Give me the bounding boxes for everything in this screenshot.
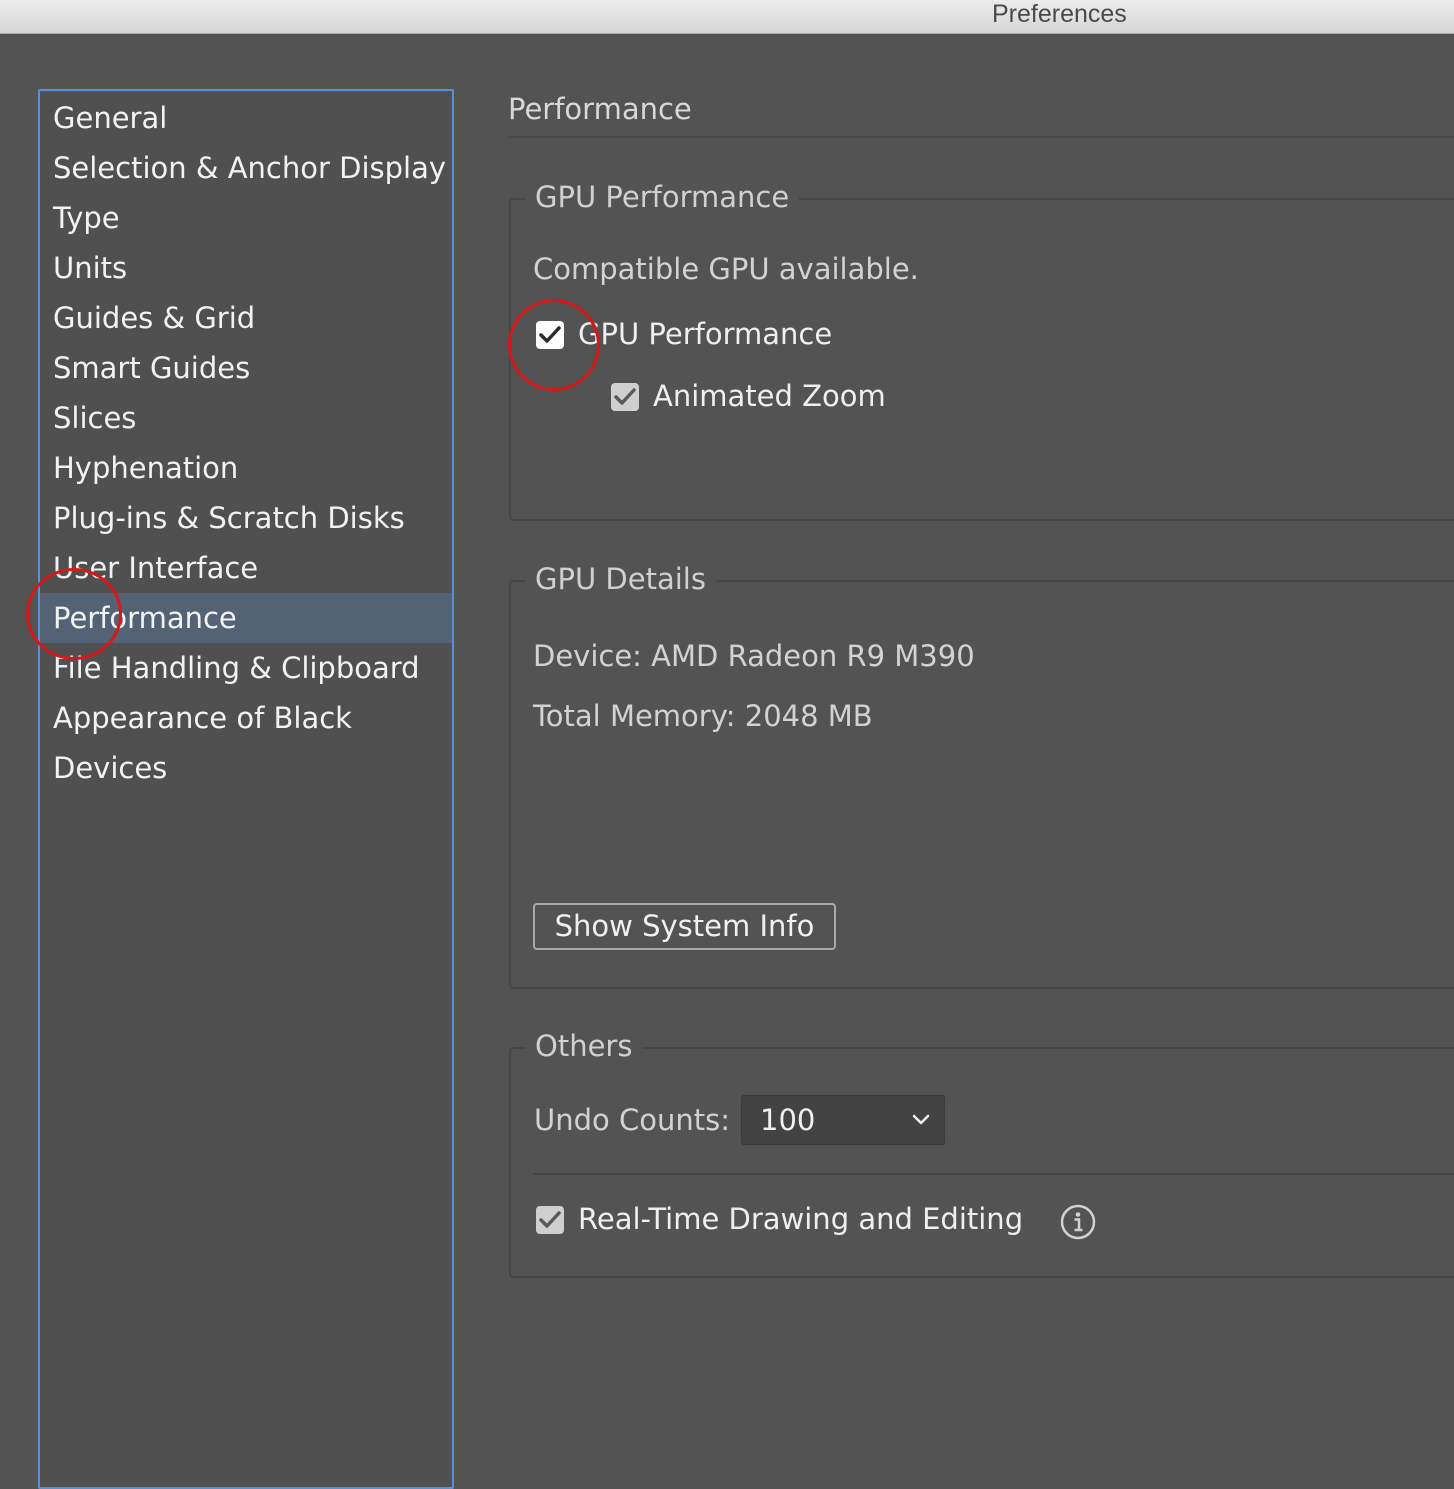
gpu-performance-group: GPU Performance xyxy=(509,177,1454,521)
undo-counts-value: 100 xyxy=(760,1103,816,1137)
gpu-device-text: Device: AMD Radeon R9 M390 xyxy=(533,639,975,673)
sidebar-item-slices[interactable]: Slices xyxy=(40,393,452,443)
sidebar-item-type[interactable]: Type xyxy=(40,193,452,243)
preferences-category-list[interactable]: General Selection & Anchor Display Type … xyxy=(38,89,454,1489)
chevron-down-icon xyxy=(912,1114,930,1125)
sidebar-item-performance[interactable]: Performance xyxy=(40,593,452,643)
checkmark-icon xyxy=(614,388,636,405)
show-system-info-button[interactable]: Show System Info xyxy=(533,903,836,950)
sidebar-item-units[interactable]: Units xyxy=(40,243,452,293)
sidebar-item-appearance-of-black[interactable]: Appearance of Black xyxy=(40,693,452,743)
others-legend: Others xyxy=(525,1026,643,1066)
title-divider xyxy=(508,136,1454,138)
sidebar-item-general[interactable]: General xyxy=(40,93,452,143)
animated-zoom-label[interactable]: Animated Zoom xyxy=(653,379,886,413)
undo-counts-select[interactable]: 100 xyxy=(741,1095,945,1145)
animated-zoom-checkbox[interactable] xyxy=(611,383,639,411)
sidebar-item-devices[interactable]: Devices xyxy=(40,743,452,793)
info-icon[interactable] xyxy=(1060,1204,1096,1240)
sidebar-item-guides-grid[interactable]: Guides & Grid xyxy=(40,293,452,343)
sidebar-item-user-interface[interactable]: User Interface xyxy=(40,543,452,593)
sidebar-item-smart-guides[interactable]: Smart Guides xyxy=(40,343,452,393)
sidebar-item-file-handling-clipboard[interactable]: File Handling & Clipboard xyxy=(40,643,452,693)
realtime-drawing-checkbox[interactable] xyxy=(536,1206,564,1234)
sidebar-item-selection-anchor-display[interactable]: Selection & Anchor Display xyxy=(40,143,452,193)
window-title: Preferences xyxy=(992,0,1127,28)
title-bar: Preferences xyxy=(0,0,1454,34)
gpu-performance-checkbox[interactable] xyxy=(536,321,564,349)
undo-counts-label: Undo Counts: xyxy=(534,1103,730,1137)
gpu-performance-legend: GPU Performance xyxy=(525,177,800,217)
sidebar-item-hyphenation[interactable]: Hyphenation xyxy=(40,443,452,493)
realtime-drawing-label[interactable]: Real-Time Drawing and Editing xyxy=(578,1202,1023,1236)
gpu-memory-text: Total Memory: 2048 MB xyxy=(533,699,873,733)
sidebar-item-plugins-scratch-disks[interactable]: Plug-ins & Scratch Disks xyxy=(40,493,452,543)
gpu-details-legend: GPU Details xyxy=(525,559,716,599)
gpu-performance-label[interactable]: GPU Performance xyxy=(578,317,832,351)
others-group: Others xyxy=(509,1026,1454,1278)
page-title: Performance xyxy=(508,92,692,126)
others-separator xyxy=(533,1173,1454,1175)
checkmark-icon xyxy=(539,326,561,343)
gpu-status-text: Compatible GPU available. xyxy=(533,252,919,286)
checkmark-icon xyxy=(539,1211,561,1228)
